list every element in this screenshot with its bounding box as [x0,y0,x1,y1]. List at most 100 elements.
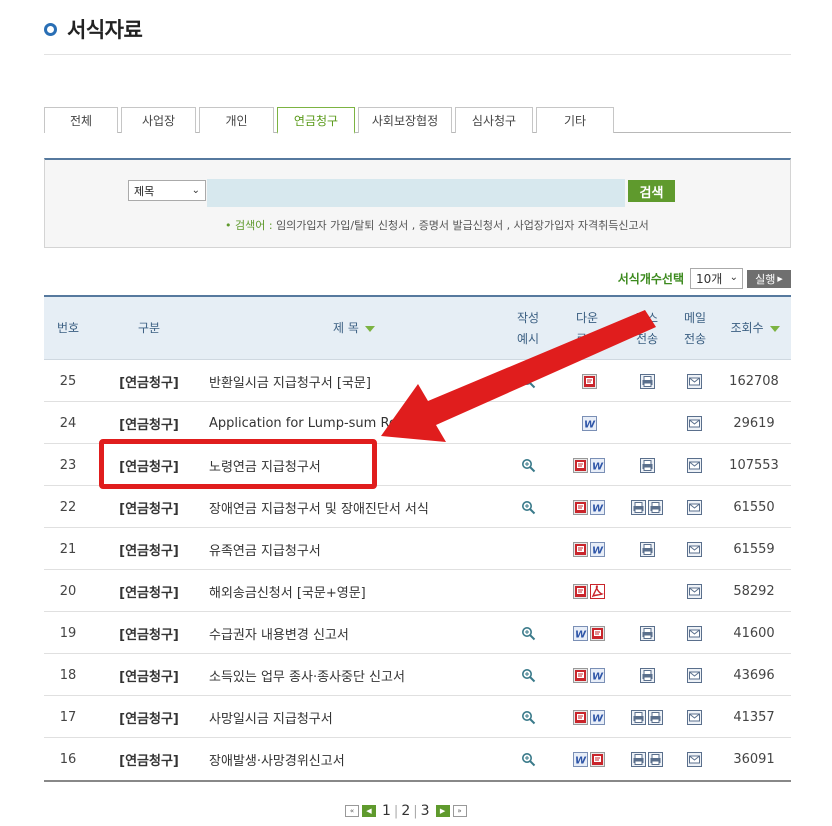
table-row: 17 [연금청구] 사망일시금 지급청구서 W 41357 [44,696,791,738]
tab-pension-claim[interactable]: 연금청구 [277,107,355,134]
word-file-icon[interactable]: W [573,625,588,641]
fax-icon[interactable] [648,751,663,767]
row-title-link[interactable]: 사망일시금 지급청구서 [209,696,529,738]
col-title[interactable]: 제 목 [244,297,464,360]
mail-icon[interactable] [686,541,702,557]
row-views: 61559 [733,541,775,557]
fax-icon[interactable] [631,709,646,725]
tab-all[interactable]: 전체 [44,107,118,133]
row-number: 16 [59,751,77,767]
svg-text:W: W [592,503,604,514]
fax-icon[interactable] [631,499,646,515]
magnifier-icon[interactable] [521,374,536,389]
fax-icon[interactable] [631,751,646,767]
row-number: 24 [59,415,77,431]
pdf-file-icon[interactable] [590,625,605,641]
row-example [512,738,544,780]
fax-icon[interactable] [639,541,655,557]
run-button[interactable]: 실행 ▶ [747,269,791,288]
row-title-link[interactable]: 반환일시금 지급청구서 [국문] [209,360,529,402]
row-title-link[interactable]: 수급권자 내용변경 신고서 [209,612,529,654]
row-title-link[interactable]: 장애발생·사망경위신고서 [209,738,529,780]
search-button[interactable]: 검색 [628,180,675,202]
mail-icon[interactable] [686,373,702,389]
pdf-file-icon[interactable] [573,667,588,683]
tab-other[interactable]: 기타 [536,107,614,133]
tab-review-request[interactable]: 심사청구 [455,107,533,133]
page-link-2[interactable]: 2 [401,803,410,819]
word-file-icon[interactable]: W [581,415,597,431]
fax-icon[interactable] [639,457,655,473]
page-link-1[interactable]: 1 [382,803,391,819]
search-field-select[interactable]: 제목 ⌄ [128,180,206,201]
search-input[interactable] [207,179,625,207]
tab-workplace[interactable]: 사업장 [121,107,196,133]
mail-icon[interactable] [686,457,702,473]
fax-icon[interactable] [648,499,663,515]
page-link-3[interactable]: 3 [421,803,430,819]
pdf-file-icon[interactable] [590,751,605,767]
magnifier-icon[interactable] [521,668,536,683]
mail-icon[interactable] [686,709,702,725]
row-mail [679,738,709,780]
mail-icon[interactable] [686,583,702,599]
first-page-button[interactable]: « [345,805,359,817]
mail-icon[interactable] [686,751,702,767]
annotation-highlight-box [99,439,377,489]
magnifier-icon[interactable] [521,458,536,473]
row-number: 17 [59,709,77,725]
row-mail [679,570,709,612]
word-file-icon[interactable]: W [590,499,605,515]
last-page-button[interactable]: » [452,805,467,817]
magnifier-icon[interactable] [521,710,536,725]
pdf-file-icon[interactable] [573,583,588,599]
row-title-link[interactable]: 해외송금신청서 [국문+영문] [209,570,529,612]
pdf-file-icon[interactable] [573,499,588,515]
forms-table: 번호 구분 제 목 작성 예시 다운 로드 팩스 전송 메일 전송 조회수 25 [연금청… [44,295,791,782]
col-views[interactable]: 조회수 [724,297,786,360]
row-title-link[interactable]: 장애연금 지급청구서 및 장애진단서 서식 [209,486,529,528]
category-tabs: 전체 사업장 개인 연금청구 사회보장협정 심사청구 기타 [44,107,791,134]
pdf-file-icon[interactable] [573,709,588,725]
prev-page-button[interactable]: ◀ [362,805,376,817]
pdf-file-icon[interactable] [573,457,588,473]
row-title-link[interactable]: Application for Lump-sum Refund [209,402,529,444]
fax-icon[interactable] [648,709,663,725]
word-file-icon[interactable]: W [590,709,605,725]
fax-icon[interactable] [639,625,655,641]
search-panel: 제목 ⌄ 검색 • 검색어 : 임의가입자 가입/탈퇴 신청서 , 증명서 발급… [44,158,791,248]
row-title-link[interactable]: 소득있는 업무 종사·종사중단 신고서 [209,654,529,696]
tab-individual[interactable]: 개인 [199,107,274,133]
mail-icon[interactable] [686,625,702,641]
magnifier-icon[interactable] [521,752,536,767]
mail-icon[interactable] [686,415,702,431]
mail-icon[interactable] [686,667,702,683]
word-file-icon[interactable]: W [590,541,605,557]
next-page-button[interactable]: ▶ [435,805,450,817]
fax-icon[interactable] [639,667,655,683]
play-icon: ▶ [777,274,783,283]
magnifier-icon[interactable] [521,626,536,641]
magnifier-icon[interactable] [521,500,536,515]
col-category-label: 구분 [137,321,161,335]
mail-icon[interactable] [686,499,702,515]
row-mail [679,612,709,654]
pdf-file-icon[interactable] [573,541,588,557]
tab-social-security-agreement[interactable]: 사회보장협정 [358,107,452,133]
word-file-icon[interactable]: W [590,667,605,683]
col-no: 번호 [44,297,92,360]
count-select[interactable]: 10개 ⌄ [690,268,743,289]
row-mail [679,486,709,528]
row-fax [622,444,672,486]
word-file-icon[interactable]: W [573,751,588,767]
acrobat-icon[interactable] [590,583,605,599]
table-row: 20 [연금청구] 해외송금신청서 [국문+영문] 58292 [44,570,791,612]
sort-desc-icon [364,325,375,332]
fax-icon[interactable] [639,373,655,389]
pdf-file-icon[interactable] [581,373,597,389]
row-mail [679,402,709,444]
row-title-link[interactable]: 유족연금 지급청구서 [209,528,529,570]
word-file-icon[interactable]: W [590,457,605,473]
row-example [512,402,544,444]
row-mail [679,360,709,402]
